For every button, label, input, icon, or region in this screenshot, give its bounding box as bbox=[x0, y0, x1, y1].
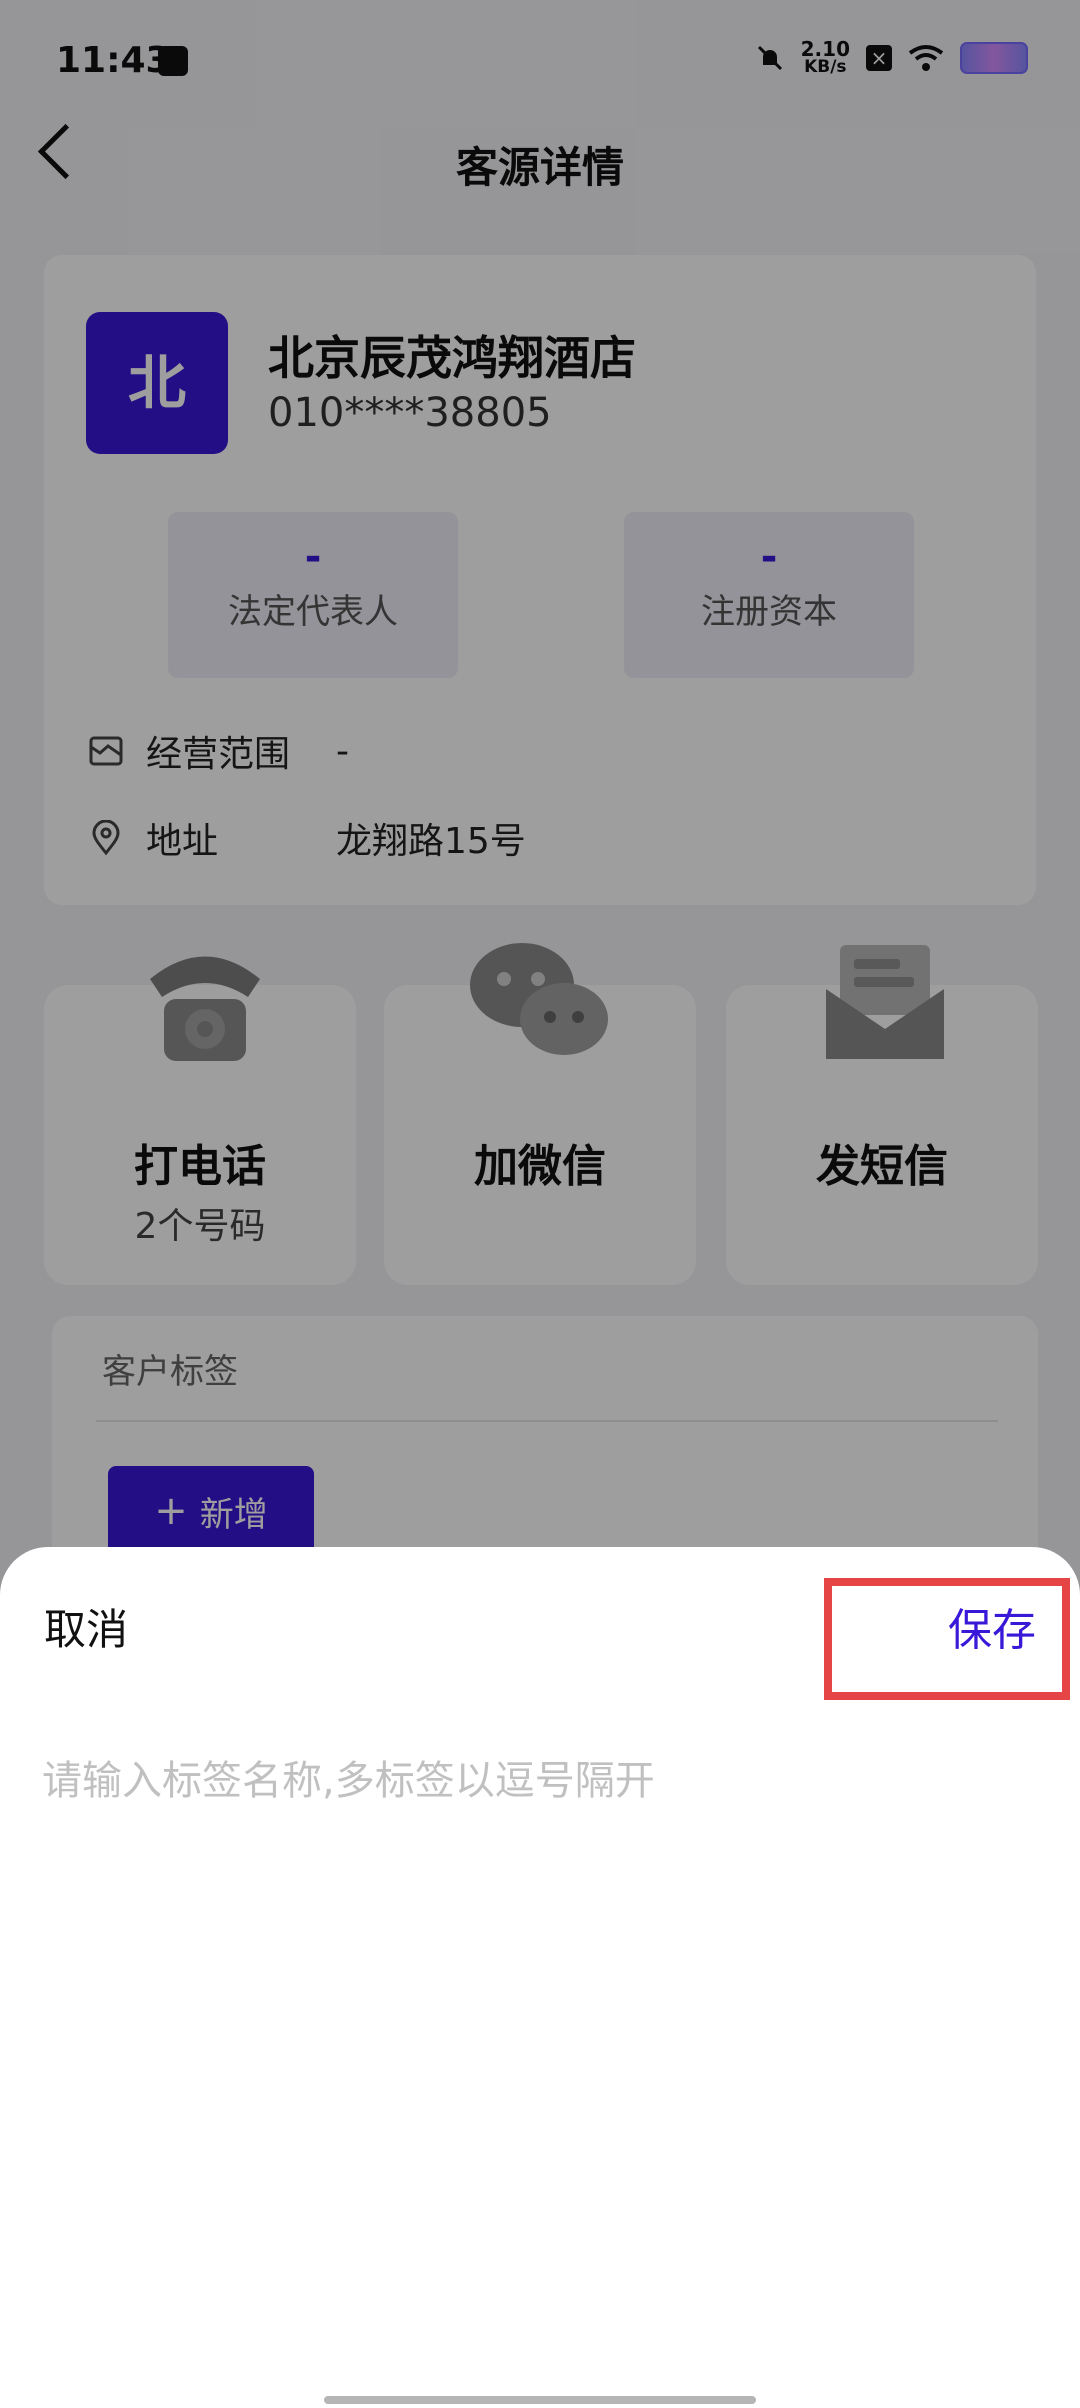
home-indicator[interactable] bbox=[324, 2396, 756, 2404]
cancel-button[interactable]: 取消 bbox=[44, 1596, 128, 1657]
tag-name-input[interactable] bbox=[40, 1748, 1044, 1814]
highlight-box bbox=[824, 1578, 1070, 1700]
